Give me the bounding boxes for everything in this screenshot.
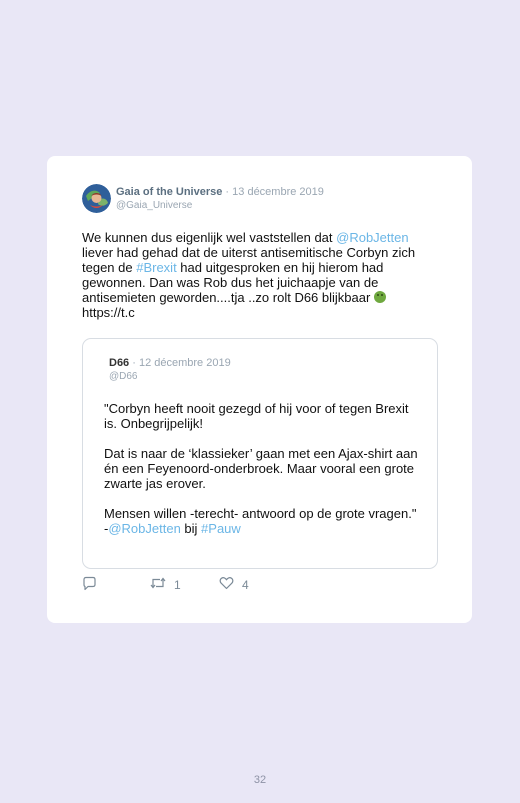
hashtag-link[interactable]: #Pauw [201, 521, 241, 536]
reply-button[interactable] [82, 576, 97, 594]
avatar[interactable] [82, 184, 111, 213]
author-name[interactable]: Gaia of the Universe [116, 186, 222, 198]
author-handle[interactable]: @Gaia_Universe [116, 199, 324, 212]
mention-link[interactable]: @RobJetten [336, 230, 408, 245]
quoted-paragraph: Mensen willen -terecht- antwoord op de g… [104, 506, 417, 521]
hashtag-link[interactable]: #Brexit [136, 260, 176, 275]
quoted-paragraph: "Corbyn heeft nooit gezegd of hij voor o… [104, 401, 409, 431]
like-button[interactable]: 4 [219, 576, 249, 593]
tweet-text-part: We kunnen dus eigenlijk wel vaststellen … [82, 230, 337, 245]
tweet-date[interactable]: 13 décembre 2019 [232, 186, 324, 198]
heart-icon[interactable] [219, 576, 234, 593]
quoted-signoff: -@RobJetten bij #Pauw [104, 521, 424, 536]
mention-link[interactable]: @RobJetten [108, 521, 180, 536]
nauseated-face-emoji-icon [373, 291, 386, 303]
date-separator: · [129, 357, 139, 369]
quoted-tweet-date[interactable]: 12 décembre 2019 [139, 357, 231, 369]
quoted-author-handle[interactable]: @D66 [109, 370, 231, 383]
tweet-card: Gaia of the Universe · 13 décembre 2019 … [47, 156, 472, 623]
tweet-url[interactable]: https://t.c [82, 305, 135, 320]
date-separator: · [222, 186, 233, 198]
quoted-paragraph: Dat is naar de ‘klassieker’ gaan met een… [104, 446, 418, 491]
quoted-author-name[interactable]: D66 [109, 357, 129, 369]
retweet-button[interactable]: 1 [150, 576, 181, 593]
signoff-middle: bij [180, 521, 202, 536]
reply-icon[interactable] [82, 576, 97, 594]
tweet-actions: 1 4 [82, 576, 442, 596]
page-number: 32 [253, 774, 267, 786]
like-count: 4 [242, 577, 249, 592]
tweet-text: We kunnen dus eigenlijk wel vaststellen … [82, 230, 437, 320]
quoted-tweet[interactable]: D66 · 12 décembre 2019 @D66 "Corbyn heef… [82, 338, 438, 569]
quoted-tweet-header: D66 · 12 décembre 2019 @D66 [109, 356, 231, 383]
quoted-tweet-text: "Corbyn heeft nooit gezegd of hij voor o… [104, 401, 424, 536]
retweet-count: 1 [174, 577, 181, 592]
retweet-icon[interactable] [150, 576, 166, 593]
tweet-header: Gaia of the Universe · 13 décembre 2019 … [116, 185, 324, 212]
